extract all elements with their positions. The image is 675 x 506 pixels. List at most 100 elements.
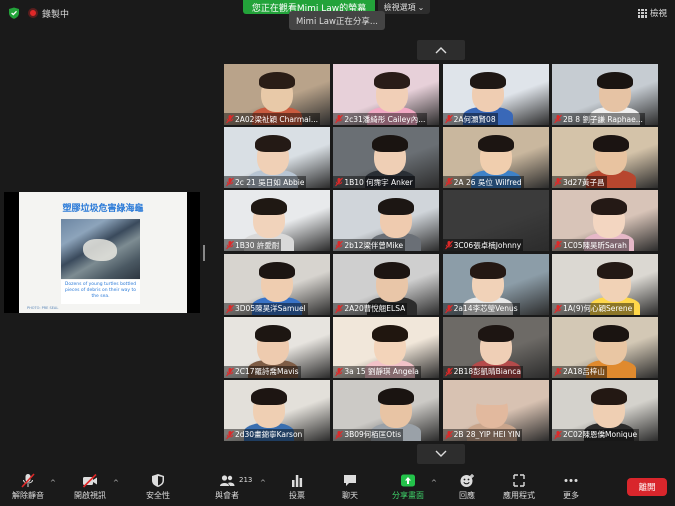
participant-tile[interactable]: 1C05陳昊昕Sarah [551, 190, 658, 252]
participant-name: 3C06張卓楠Johnny [453, 240, 522, 250]
share-options-caret[interactable]: ^ [431, 479, 437, 487]
participants-icon [220, 475, 235, 486]
participant-tile[interactable]: 2a14李芯瑩Venus [442, 253, 549, 315]
recording-indicator[interactable]: 錄製中 [28, 6, 69, 20]
participant-name-bar: 1B30 許愛耐 [224, 239, 282, 252]
muted-microphone-icon [554, 304, 562, 313]
participant-name-bar: 1C05陳昊昕Sarah [551, 239, 629, 252]
participant-name-bar: 3B09何栢匡Otis [333, 428, 404, 441]
participant-name-bar: 2c 21 吳日如 Abbie [224, 176, 307, 189]
muted-microphone-icon [226, 430, 234, 440]
gallery-prev-page-button[interactable] [417, 40, 465, 60]
participant-name-bar: 2B18彭凱晴Bianca [442, 365, 523, 378]
participant-hair [251, 387, 287, 405]
muted-microphone-icon [554, 430, 562, 440]
view-options-label: 檢視選項 [383, 2, 416, 12]
participant-tile[interactable]: 3D05陳昊洋Samuel [224, 253, 330, 315]
participant-name: 2c 21 吳日如 Abbie [235, 177, 305, 187]
top-bar: 錄製中 您正在觀看Mimi Law的螢幕 檢視選項 ⌄ Mimi Law正在分享… [0, 0, 675, 30]
muted-microphone-icon [226, 114, 234, 124]
more-button[interactable]: 更多 [563, 473, 579, 501]
participant-tile[interactable]: 2A 26 吳位 Wilfred [442, 127, 549, 189]
participant-tile[interactable]: 3d27黃子昌 [551, 127, 658, 189]
participant-name-bar: 2A02梁祉穎 Charmai... [224, 113, 321, 125]
participant-tile[interactable]: 3C06張卓楠Johnny [442, 190, 549, 252]
shared-screen[interactable]: 塑膠垃圾危害綠海龜 Dozens of young turtles bottle… [4, 192, 200, 313]
security-button[interactable]: 安全性 [146, 473, 170, 501]
participant-tile[interactable]: 3a 15 劉靜琪 Angela [333, 316, 440, 378]
view-options-button[interactable]: 檢視選項 ⌄ [378, 0, 430, 14]
participant-tile[interactable]: 2A18吕梓山 [551, 316, 658, 378]
reactions-button[interactable]: 回應 [459, 473, 475, 501]
participant-name-bar: 2B 8 劉子謙 Raphae... [551, 113, 645, 125]
participant-tile[interactable]: 2C02陳恩僑Monique [551, 379, 658, 441]
participant-hair [477, 324, 514, 342]
participant-hair [374, 72, 411, 89]
chevron-down-icon [435, 450, 447, 457]
participant-hair [259, 72, 295, 89]
gallery-next-page-button[interactable] [417, 444, 465, 464]
participant-tile[interactable]: 2c 21 吳日如 Abbie [224, 127, 330, 189]
participant-tile[interactable]: 2b12梁伴曾Mike [333, 190, 440, 252]
participant-tile[interactable]: 2A20曹悅翹ELSA [333, 253, 440, 315]
shared-slide: 塑膠垃圾危害綠海龜 Dozens of young turtles bottle… [19, 192, 187, 313]
participant-hair [473, 387, 510, 405]
muted-microphone-icon [554, 177, 562, 187]
participant-hair [596, 261, 633, 279]
participant-tile[interactable]: 2d30畫錦寧Karson [224, 379, 330, 441]
view-mode-button[interactable]: 檢視 [637, 7, 667, 19]
start-video-button[interactable]: 開啟視訊 [74, 473, 106, 501]
muted-microphone-icon [226, 304, 234, 313]
participant-name-bar: 2b12梁伴曾Mike [333, 239, 406, 252]
participant-tile[interactable]: 2B 8 劉子謙 Raphae... [551, 64, 658, 125]
participant-hair [255, 135, 291, 153]
participant-name-bar: 3d27黃子昌 [551, 176, 607, 189]
participant-tile[interactable]: 2A何灝賢08 [442, 64, 549, 125]
share-screen-icon [401, 474, 415, 487]
start-video-label: 開啟視訊 [74, 491, 106, 500]
participants-button[interactable]: 與會者 [215, 473, 239, 501]
participant-hair [255, 324, 291, 342]
slide-footer: PHOTO: PRE SEAL [27, 306, 59, 310]
participant-tile[interactable]: 1B10 何霈宇 Anker [333, 127, 440, 189]
polls-button[interactable]: 投票 [289, 473, 305, 501]
chevron-up-icon [435, 47, 447, 54]
participant-name: 2A 26 吳位 Wilfred [453, 177, 522, 187]
apps-button[interactable]: 應用程式 [503, 473, 535, 501]
participant-tile[interactable]: 2A02梁祉穎 Charmai... [224, 64, 330, 125]
muted-microphone-icon [335, 304, 344, 313]
more-dots-icon [564, 479, 578, 482]
participant-tile[interactable]: 3B09何栢匡Otis [333, 379, 440, 441]
video-options-caret[interactable]: ^ [113, 479, 119, 487]
participant-tile[interactable]: 2C17羅詩喬Mavis [224, 316, 330, 378]
participant-name-bar: 2c31潘綺彤 Cailey內... [333, 113, 428, 125]
split-divider-handle[interactable] [203, 245, 205, 261]
video-off-icon [82, 473, 97, 488]
more-label: 更多 [563, 491, 579, 500]
muted-microphone-icon [554, 367, 562, 377]
muted-microphone-icon [335, 177, 344, 187]
share-screen-button[interactable]: 分享畫面 [392, 473, 424, 501]
chat-button[interactable]: 聊天 [342, 473, 358, 501]
audio-options-caret[interactable]: ^ [50, 479, 56, 487]
participant-tile[interactable]: 1B30 許愛耐 [224, 190, 330, 252]
muted-microphone-icon [335, 114, 344, 124]
muted-microphone-icon [226, 177, 234, 187]
participant-name: 2A20曹悅翹ELSA [344, 304, 406, 314]
participant-name-bar: 1A(9)何心穎Serene [551, 302, 635, 315]
participant-name: 1A(9)何心穎Serene [562, 304, 633, 314]
participant-tile[interactable]: 2c31潘綺彤 Cailey內... [333, 64, 440, 125]
participant-tile[interactable]: 2B18彭凱晴Bianca [442, 316, 549, 378]
shield-icon[interactable] [8, 7, 20, 19]
participant-tile[interactable]: 1A(9)何心穎Serene [551, 253, 658, 315]
participant-tile[interactable]: 2B 28_YIP HEI YIN [442, 379, 549, 441]
participant-hair [590, 198, 627, 216]
participants-options-caret[interactable]: ^ [260, 479, 266, 487]
unmute-button[interactable]: 解除靜音 [12, 473, 44, 501]
participant-hair [592, 324, 629, 342]
chat-bubble-icon [344, 475, 356, 486]
participant-name: 2c31潘綺彤 Cailey內... [344, 114, 426, 124]
leave-button[interactable]: 離開 [627, 478, 667, 496]
recording-label: 錄製中 [42, 9, 70, 20]
participant-gallery: 2A02梁祉穎 Charmai... 2c31潘綺彤 Cailey內... 2A… [224, 64, 658, 441]
